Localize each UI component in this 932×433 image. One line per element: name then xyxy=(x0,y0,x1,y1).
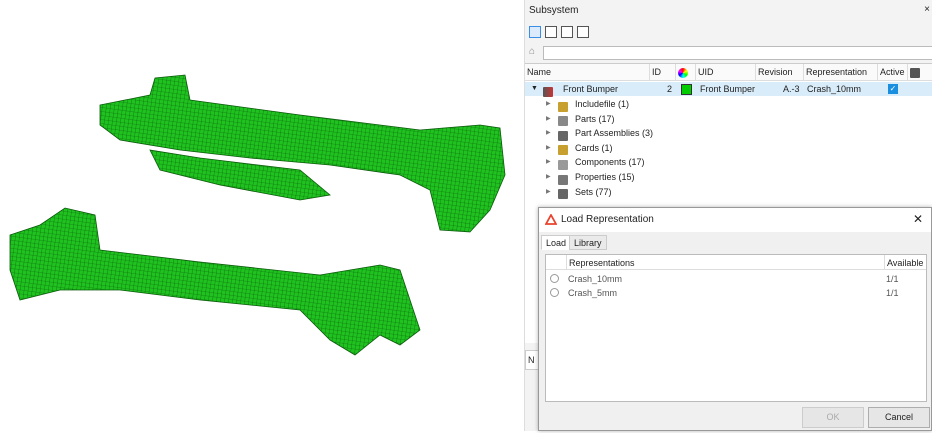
bumper-mesh-graphics xyxy=(9,74,506,356)
expand-arrow-icon[interactable]: ▶ xyxy=(546,97,551,111)
component-icon xyxy=(558,160,568,171)
search-input[interactable] xyxy=(543,46,932,60)
tree-row-label: Properties (15) xyxy=(575,172,635,182)
tree-row[interactable]: ▶ Sets (77) xyxy=(525,185,932,200)
representation-radio[interactable] xyxy=(550,288,559,297)
row-name: Front Bumper xyxy=(563,84,619,94)
tab-load[interactable]: Load xyxy=(541,235,572,250)
tree-row[interactable]: ▶ Properties (15) xyxy=(525,170,932,185)
col-uid[interactable]: UID xyxy=(696,64,756,81)
row-uid: Front Bumper xyxy=(700,84,756,94)
lower-tab[interactable]: N xyxy=(525,350,539,370)
tree-row[interactable]: ▶ Components (17) xyxy=(525,155,932,171)
expand-arrow-icon[interactable]: ▶ xyxy=(546,185,551,199)
tab-library[interactable]: Library xyxy=(569,235,607,250)
representation-available: 1/1 xyxy=(886,274,899,284)
three-column-view-icon[interactable] xyxy=(561,26,573,38)
row-id: 2 xyxy=(667,84,673,94)
tree-row-label: Components (17) xyxy=(575,157,645,168)
color-wheel-icon xyxy=(678,67,688,78)
home-icon[interactable]: ⌂ xyxy=(529,46,535,57)
folder-icon xyxy=(558,101,568,112)
col-name[interactable]: Name xyxy=(525,64,650,81)
cancel-button[interactable]: Cancel xyxy=(868,407,930,428)
tree-row-label: Includefile (1) xyxy=(575,99,630,109)
representation-available: 1/1 xyxy=(886,288,899,298)
property-icon xyxy=(558,174,568,185)
col-revision[interactable]: Revision xyxy=(756,64,804,81)
expand-arrow-icon[interactable]: ▶ xyxy=(546,155,551,169)
bumper-bottom-mesh xyxy=(9,207,421,356)
ok-button[interactable]: OK xyxy=(802,407,864,428)
panel-title: Subsystem xyxy=(529,5,579,16)
split-view-icon[interactable] xyxy=(577,26,589,38)
representation-name: Crash_5mm xyxy=(568,288,618,298)
tree-row-label: Sets (77) xyxy=(575,186,612,197)
tree-row[interactable]: ▶ Part Assemblies (3) xyxy=(525,126,932,141)
app-logo-icon xyxy=(545,214,557,225)
dialog-close-icon[interactable]: ✕ xyxy=(913,212,923,226)
representation-name: Crash_10mm xyxy=(568,274,623,284)
representations-table: Representations Available Crash_10mm 1/1… xyxy=(545,254,927,402)
single-view-icon[interactable] xyxy=(529,26,541,38)
col-display[interactable] xyxy=(908,64,932,81)
tree-row[interactable]: ▶ Includefile (1) xyxy=(525,97,932,112)
expand-arrow-icon[interactable]: ▼ xyxy=(531,82,538,96)
active-checkbox[interactable]: ✓ xyxy=(888,84,898,94)
dialog-title: Load Representation xyxy=(561,214,654,225)
load-representation-dialog: Load Representation ✕ Load Library Repre… xyxy=(538,207,932,431)
expand-arrow-icon[interactable]: ▶ xyxy=(546,112,551,126)
bumper-top-mesh xyxy=(99,74,506,233)
col-color[interactable] xyxy=(676,64,696,81)
col-available: Available xyxy=(884,255,925,270)
tree-row-label: Part Assemblies (3) xyxy=(575,128,654,139)
display-icon xyxy=(910,67,920,78)
3d-viewport[interactable] xyxy=(0,0,522,431)
color-swatch[interactable] xyxy=(681,84,692,95)
row-revision: A.-3 xyxy=(783,84,800,94)
tree-row[interactable]: ▶ Cards (1) xyxy=(525,141,932,156)
subsystem-icon xyxy=(543,86,553,97)
col-representations: Representations xyxy=(566,255,884,270)
expand-arrow-icon[interactable]: ▶ xyxy=(546,141,551,155)
tree-row-label: Parts (17) xyxy=(575,113,615,124)
col-active[interactable]: Active xyxy=(878,64,908,81)
close-icon[interactable]: × xyxy=(924,4,930,15)
sets-icon xyxy=(558,189,568,200)
col-id[interactable]: ID xyxy=(650,64,676,81)
tree-row-label: Cards (1) xyxy=(575,142,613,153)
two-column-view-icon[interactable] xyxy=(545,26,557,38)
dialog-titlebar: Load Representation ✕ xyxy=(539,208,931,232)
part-icon xyxy=(558,116,568,127)
card-icon xyxy=(558,145,568,156)
col-representation[interactable]: Representation xyxy=(804,64,878,81)
row-representation: Crash_10mm xyxy=(807,84,862,94)
representation-row[interactable]: Crash_10mm 1/1 xyxy=(546,272,926,286)
representation-radio[interactable] xyxy=(550,274,559,283)
tree-row[interactable]: ▶ Parts (17) xyxy=(525,112,932,127)
assembly-icon xyxy=(558,130,568,141)
expand-arrow-icon[interactable]: ▶ xyxy=(546,170,551,184)
representation-row[interactable]: Crash_5mm 1/1 xyxy=(546,286,926,300)
tree-row-front-bumper[interactable]: ▼ Front Bumper 2 Front Bumper A.-3 Crash… xyxy=(525,82,932,97)
expand-arrow-icon[interactable]: ▶ xyxy=(546,126,551,140)
